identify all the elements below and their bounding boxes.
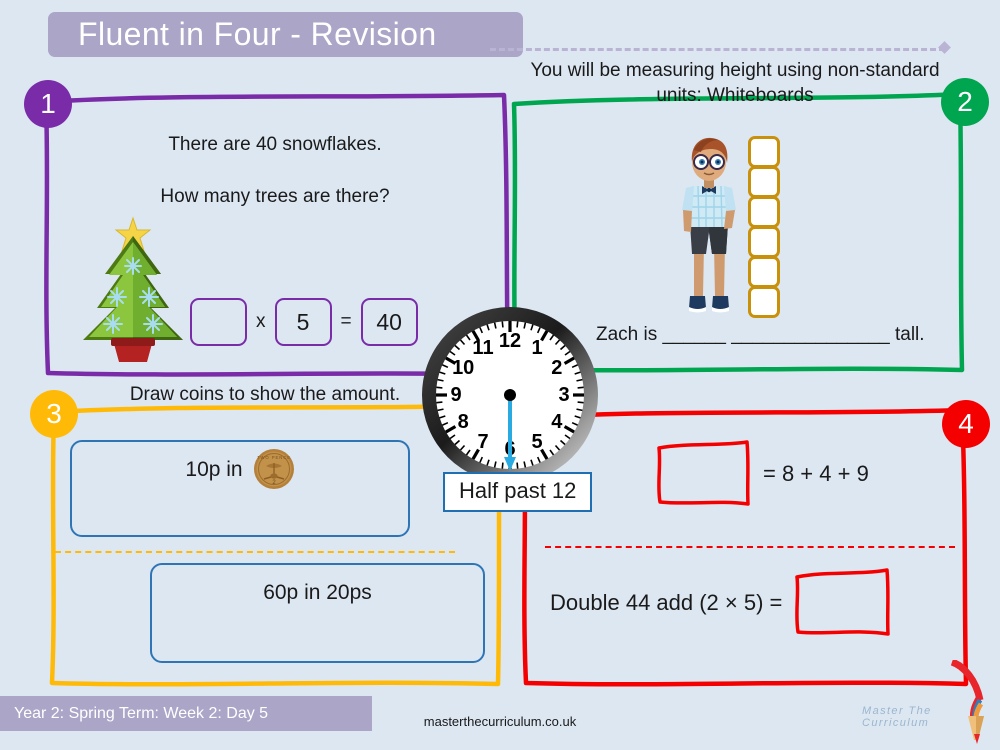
christmas-tree-icon bbox=[83, 216, 183, 362]
question-3-divider bbox=[55, 551, 455, 553]
question-4-expression-2: Double 44 add (2 × 5) = bbox=[550, 590, 783, 615]
svg-text:10: 10 bbox=[452, 357, 474, 379]
svg-text:8: 8 bbox=[458, 411, 469, 433]
question-4-badge: 4 bbox=[942, 400, 990, 448]
footer-website-url: masterthecurriculum.co.uk bbox=[423, 714, 577, 729]
question-4-row-1: = 8 + 4 + 9 bbox=[655, 440, 869, 508]
question-3-label-2: 60p in 20ps bbox=[263, 581, 372, 604]
question-1-equation: x 5 = 40 bbox=[190, 298, 418, 346]
question-4-answer-box-1[interactable] bbox=[655, 440, 751, 508]
worksheet-page: Fluent in Four - Revision 1 There are 40… bbox=[0, 0, 1000, 750]
question-3-label-1: 10p in bbox=[185, 458, 243, 481]
whiteboard-unit bbox=[748, 196, 780, 228]
svg-text:4: 4 bbox=[551, 411, 563, 433]
equation-operator-equals: = bbox=[340, 311, 352, 332]
question-3-answer-area-2[interactable]: 60p in 20ps bbox=[150, 563, 485, 663]
page-title: Fluent in Four - Revision bbox=[78, 16, 437, 52]
question-3-answer-area-1[interactable]: 10p in TWO PENCE 2 bbox=[70, 440, 410, 537]
whiteboard-unit bbox=[748, 136, 780, 168]
svg-text:2: 2 bbox=[551, 357, 562, 379]
question-1-badge: 1 bbox=[24, 80, 72, 128]
svg-text:11: 11 bbox=[472, 337, 493, 359]
question-2-badge: 2 bbox=[941, 78, 989, 126]
svg-text:3: 3 bbox=[558, 384, 569, 406]
title-dashed-rule bbox=[490, 48, 945, 51]
two-pence-coin-icon: TWO PENCE 2 bbox=[253, 449, 294, 489]
whiteboard-unit bbox=[748, 226, 780, 258]
question-3-badge: 3 bbox=[30, 390, 78, 438]
question-2-sentence[interactable]: Zach is ______ _______________ tall. bbox=[596, 322, 956, 347]
equation-factor-box: 5 bbox=[274, 298, 332, 346]
question-4-divider bbox=[545, 546, 955, 548]
equation-operator-multiply: x bbox=[256, 311, 266, 332]
svg-text:5: 5 bbox=[531, 431, 542, 453]
whiteboard-unit-stack bbox=[748, 136, 780, 318]
analogue-clock: 121234567891011 bbox=[420, 305, 600, 490]
boy-character-icon bbox=[682, 137, 736, 313]
whiteboard-unit bbox=[748, 166, 780, 198]
question-4-expression-1: = 8 + 4 + 9 bbox=[763, 461, 869, 486]
question-4-answer-box-2[interactable] bbox=[792, 568, 892, 638]
svg-text:TWO PENCE: TWO PENCE bbox=[257, 455, 291, 460]
pencil-logo-icon bbox=[950, 660, 984, 744]
whiteboard-unit bbox=[748, 286, 780, 318]
svg-text:9: 9 bbox=[450, 384, 461, 406]
equation-answer-box[interactable] bbox=[190, 298, 247, 346]
svg-text:7: 7 bbox=[477, 431, 488, 453]
page-title-banner: Fluent in Four - Revision bbox=[48, 12, 523, 57]
equation-product-box: 40 bbox=[360, 298, 418, 346]
svg-text:12: 12 bbox=[499, 330, 521, 352]
whiteboard-unit bbox=[748, 256, 780, 288]
clock-time-label: Half past 12 bbox=[443, 472, 593, 512]
question-2-heading: You will be measuring height using non-s… bbox=[530, 60, 940, 107]
question-3-heading: Draw coins to show the amount. bbox=[129, 384, 401, 405]
question-4-row-2: Double 44 add (2 × 5) = bbox=[550, 568, 892, 638]
svg-text:1: 1 bbox=[531, 337, 542, 359]
title-rule-end-diamond bbox=[938, 41, 951, 54]
question-1-line-1: There are 40 snowflakes. bbox=[168, 134, 382, 155]
question-1-line-2: How many trees are there? bbox=[160, 186, 390, 207]
